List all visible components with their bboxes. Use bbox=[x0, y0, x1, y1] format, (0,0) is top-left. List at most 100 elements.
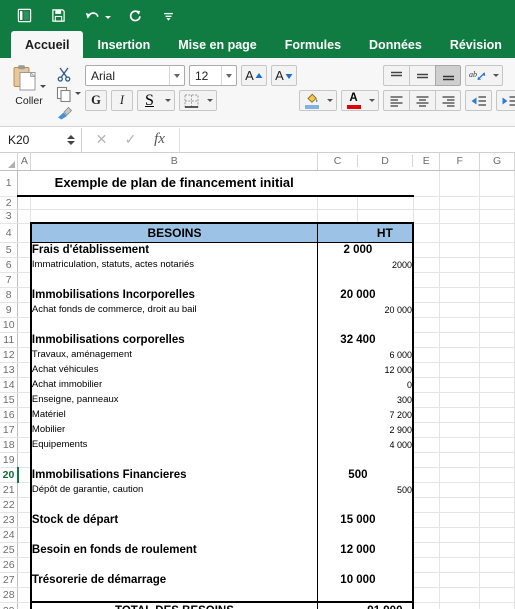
cell-B9[interactable]: Achat fonds de commerce, droit au bail bbox=[29, 302, 319, 317]
cell-C27[interactable]: 10 000 bbox=[338, 572, 378, 587]
cell-E14[interactable] bbox=[413, 377, 441, 393]
row-header-20[interactable]: 20 bbox=[0, 467, 19, 483]
cell-G2[interactable] bbox=[479, 196, 515, 210]
font-name-combo[interactable]: Arial bbox=[85, 65, 185, 86]
cell-F16[interactable] bbox=[439, 407, 481, 423]
cell-C11[interactable]: 32 400 bbox=[338, 332, 378, 347]
column-header-E[interactable]: E bbox=[413, 153, 441, 171]
cell-B14[interactable]: Achat immobilier bbox=[29, 377, 319, 392]
column-header-C[interactable]: C bbox=[318, 155, 359, 168]
tab-insertion[interactable]: Insertion bbox=[83, 31, 164, 58]
cell-G11[interactable] bbox=[479, 332, 515, 348]
cell-C22[interactable] bbox=[318, 497, 358, 512]
cell-E4[interactable] bbox=[413, 223, 441, 243]
cell-D4-ht-header[interactable]: HT bbox=[357, 222, 415, 243]
wrap-text-dropdown-icon[interactable] bbox=[489, 66, 502, 85]
column-header-A[interactable]: A bbox=[17, 153, 32, 171]
cell-B20[interactable]: Immobilisations Financieres bbox=[29, 467, 319, 482]
cell-D3[interactable] bbox=[357, 209, 414, 224]
font-color-dropdown-icon[interactable] bbox=[365, 91, 378, 110]
cell-A18[interactable] bbox=[17, 437, 32, 453]
cell-D12[interactable]: 6 000 bbox=[357, 347, 415, 362]
bold-button[interactable]: G bbox=[85, 90, 107, 111]
column-header-D[interactable]: D bbox=[358, 155, 414, 168]
cell-F15[interactable] bbox=[439, 392, 481, 408]
undo-button-group[interactable] bbox=[82, 5, 111, 26]
cell-G29[interactable] bbox=[479, 602, 515, 609]
row-header-5[interactable]: 5 bbox=[0, 242, 19, 258]
cell-G25[interactable] bbox=[479, 542, 515, 558]
cell-C5[interactable]: 2 000 bbox=[338, 242, 378, 257]
cell-E16[interactable] bbox=[413, 407, 441, 423]
tab-donnees[interactable]: Données bbox=[355, 31, 436, 58]
cell-E21[interactable] bbox=[413, 482, 441, 498]
row-header-19[interactable]: 19 bbox=[0, 452, 19, 468]
cell-B24[interactable] bbox=[29, 527, 319, 542]
cell-G22[interactable] bbox=[479, 497, 515, 513]
cell-E22[interactable] bbox=[413, 497, 441, 513]
cell-B21[interactable]: Dépôt de garantie, caution bbox=[29, 482, 319, 497]
underline-button[interactable]: S bbox=[138, 91, 161, 110]
cell-F2[interactable] bbox=[439, 196, 481, 210]
wrap-text-split-button[interactable]: ab bbox=[465, 65, 503, 86]
name-box-spinner[interactable] bbox=[67, 134, 81, 145]
cell-A11[interactable] bbox=[17, 332, 32, 348]
row-header-22[interactable]: 22 bbox=[0, 497, 19, 513]
cell-F1[interactable] bbox=[439, 170, 481, 197]
cell-C18[interactable] bbox=[318, 437, 358, 452]
increase-indent-button[interactable] bbox=[496, 90, 515, 111]
cell-E20[interactable] bbox=[413, 467, 441, 483]
save-icon[interactable] bbox=[48, 5, 69, 26]
row-header-21[interactable]: 21 bbox=[0, 482, 19, 498]
row-header-1[interactable]: 1 bbox=[0, 170, 19, 197]
cell-A28[interactable] bbox=[17, 587, 32, 603]
cell-G28[interactable] bbox=[479, 587, 515, 603]
cell-E28[interactable] bbox=[413, 587, 441, 603]
cell-G15[interactable] bbox=[479, 392, 515, 408]
cell-B5[interactable]: Frais d'établissement bbox=[29, 242, 319, 257]
cancel-formula-icon[interactable]: ✕ bbox=[94, 131, 109, 148]
cell-G10[interactable] bbox=[479, 317, 515, 333]
cell-B25[interactable]: Besoin en fonds de roulement bbox=[29, 542, 319, 557]
cell-F25[interactable] bbox=[439, 542, 481, 558]
cell-E10[interactable] bbox=[413, 317, 441, 333]
cell-D6[interactable]: 2000 bbox=[357, 257, 415, 272]
cell-B2[interactable] bbox=[30, 196, 319, 210]
paste-button[interactable]: Coller bbox=[5, 60, 53, 126]
name-box[interactable]: K20 bbox=[0, 127, 82, 152]
cell-F7[interactable] bbox=[439, 272, 481, 288]
align-center-button[interactable] bbox=[409, 90, 435, 111]
cell-G27[interactable] bbox=[479, 572, 515, 588]
row-header-29[interactable]: 29 bbox=[0, 602, 19, 609]
cell-F12[interactable] bbox=[439, 347, 481, 363]
cell-C29[interactable] bbox=[317, 601, 358, 609]
column-header-F[interactable]: F bbox=[439, 153, 481, 171]
row-header-23[interactable]: 23 bbox=[0, 512, 19, 528]
cell-F14[interactable] bbox=[439, 377, 481, 393]
cell-A19[interactable] bbox=[17, 452, 32, 468]
cell-C3[interactable] bbox=[317, 209, 359, 224]
cell-G17[interactable] bbox=[479, 422, 515, 438]
cell-B27[interactable]: Trésorerie de démarrage bbox=[29, 572, 319, 587]
cell-F19[interactable] bbox=[439, 452, 481, 468]
cell-E1[interactable] bbox=[413, 170, 441, 197]
borders-split-button[interactable] bbox=[179, 90, 217, 111]
cell-F27[interactable] bbox=[439, 572, 481, 588]
cell-F6[interactable] bbox=[439, 257, 481, 273]
font-size-combo[interactable]: 12 bbox=[189, 65, 237, 86]
borders-dropdown-icon[interactable] bbox=[203, 91, 216, 110]
cell-F21[interactable] bbox=[439, 482, 481, 498]
cell-A27[interactable] bbox=[17, 572, 32, 588]
row-header-16[interactable]: 16 bbox=[0, 407, 19, 423]
cell-E13[interactable] bbox=[413, 362, 441, 378]
cell-C13[interactable] bbox=[318, 362, 358, 377]
cell-B22[interactable] bbox=[29, 497, 319, 512]
row-header-14[interactable]: 14 bbox=[0, 377, 19, 393]
cell-G23[interactable] bbox=[479, 512, 515, 528]
cell-A6[interactable] bbox=[17, 257, 32, 273]
copy-button[interactable] bbox=[56, 85, 81, 102]
cell-E24[interactable] bbox=[413, 527, 441, 543]
cell-D19[interactable] bbox=[357, 452, 415, 467]
cell-A17[interactable] bbox=[17, 422, 32, 438]
cell-G12[interactable] bbox=[479, 347, 515, 363]
